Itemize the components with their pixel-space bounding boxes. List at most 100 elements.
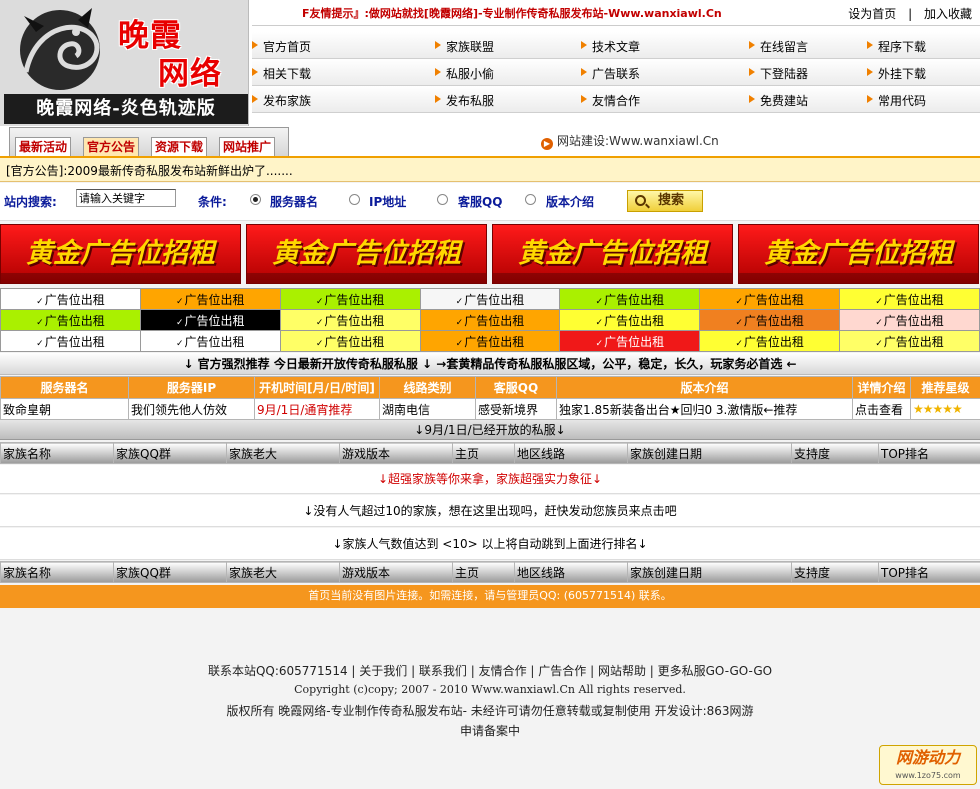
nav-item-free-site[interactable]: 免费建站 [749, 92, 808, 109]
gold-ad-banner[interactable]: 黄金广告位招租 [0, 224, 241, 284]
add-favorite-link[interactable]: 加入收藏 [924, 7, 972, 21]
col-header: 家族老大 [226, 561, 340, 583]
col-header: 支持度 [791, 442, 879, 464]
ad-slot-cell[interactable]: 广告位出租 [279, 288, 421, 310]
official-notice[interactable]: [官方公告]:2009最新传奇私服发布站新鲜出炉了....... [0, 156, 980, 182]
ad-slot-cell[interactable]: 广告位出租 [279, 309, 421, 331]
image-link-bar: 首页当前没有图片连接。如需连接，请与管理员QQ: (605771514) 联系。 [0, 585, 980, 608]
nav-item-tech-articles[interactable]: 技术文章 [581, 38, 640, 55]
search-icon [635, 195, 646, 206]
badge-url: www.1zo75.com [895, 771, 961, 780]
ad-slot-cell[interactable]: 广告位出租 [139, 330, 281, 352]
radio-service-qq[interactable] [437, 194, 448, 205]
ad-slot-cell[interactable]: 广告位出租 [139, 288, 281, 310]
search-button[interactable]: 搜索 [627, 190, 703, 212]
banner-text: 黄金广告位招租 [272, 238, 461, 269]
tab-latest-events[interactable]: 最新活动 [15, 137, 72, 157]
ad-slot-cell[interactable]: 广告位出租 [559, 330, 701, 352]
ad-slot-cell[interactable]: 广告位出租 [139, 309, 281, 331]
col-header: 主页 [452, 442, 515, 464]
col-header: 线路类别 [379, 376, 476, 399]
col-header: 游戏版本 [339, 561, 453, 583]
ad-slot-cell[interactable]: 广告位出租 [0, 309, 141, 331]
col-header: 家族QQ群 [113, 561, 227, 583]
nav-item-family-alliance[interactable]: 家族联盟 [435, 38, 494, 55]
server-name[interactable]: 致命皇朝 [0, 398, 129, 420]
option-ip[interactable]: IP地址 [369, 193, 406, 210]
search-input[interactable] [76, 189, 176, 207]
tab-site-promotion[interactable]: 网站推广 [219, 137, 276, 157]
nav-item-related-download[interactable]: 相关下载 [252, 65, 311, 82]
recommend-bar: ↓ 官方强烈推荐 今日最新开放传奇私服私服 ↓ →套黄精品传奇私服私服区域，公平… [0, 353, 980, 375]
option-version[interactable]: 版本介绍 [546, 193, 594, 210]
ad-slot-cell[interactable]: 广告位出租 [419, 309, 561, 331]
footer-copyright: Copyright (c)copy; 2007 - 2010 Www.wanxi… [294, 683, 686, 696]
nav-item-partnership[interactable]: 友情合作 [581, 92, 640, 109]
ad-slot-cell[interactable]: 广告位出租 [0, 288, 141, 310]
site-build-link[interactable]: ▶ 网站建设:Www.wanxiawl.Cn [541, 132, 719, 150]
auto-rank-message: ↓家族人气数值达到 <10> 以上将自动跳到上面进行排名↓ [0, 528, 980, 560]
footer-icp: 申请备案中 [459, 724, 520, 738]
ad-slot-cell[interactable]: 广告位出租 [419, 330, 561, 352]
table-row[interactable]: 致命皇朝 我们领先他人仿效 9月/1日/通宵推荐 湖南电信 感受新境界 独家1.… [0, 398, 980, 420]
version-intro[interactable]: 独家1.85新装备出台★回归0 3.激情版←推荐 [556, 398, 853, 420]
ad-slot-cell[interactable]: 广告位出租 [839, 309, 980, 331]
radio-version[interactable] [525, 194, 536, 205]
col-header: 家族名称 [0, 442, 114, 464]
partner-badge-logo[interactable]: 网游动力 www.1zo75.com [879, 745, 977, 785]
ad-slot-cell[interactable]: 广告位出租 [699, 330, 841, 352]
nav-item-ad-contact[interactable]: 广告联系 [581, 65, 640, 82]
ad-slot-cell[interactable]: 广告位出租 [279, 330, 421, 352]
ad-slot-cell[interactable]: 广告位出租 [699, 309, 841, 331]
option-service-qq[interactable]: 客服QQ [458, 193, 502, 210]
gold-ad-banner[interactable]: 黄金广告位招租 [738, 224, 979, 284]
col-header: 开机时间[月/日/时间] [254, 376, 380, 399]
radio-server-name[interactable] [250, 194, 261, 205]
footer-rights: 版权所有 晚霞网络-专业制作传奇私服发布站- 未经许可请勿任意转载或复制使用 开… [226, 704, 754, 718]
gold-ad-banner[interactable]: 黄金广告位招租 [492, 224, 733, 284]
line-type: 湖南电信 [379, 398, 476, 420]
col-header: 详情介绍 [852, 376, 911, 399]
nav-item-plugin-download[interactable]: 外挂下载 [867, 65, 926, 82]
nav-item-common-code[interactable]: 常用代码 [867, 92, 926, 109]
col-header: 家族QQ群 [113, 442, 227, 464]
logo-subtitle: 晚霞网络-炎色轨迹版 [4, 94, 248, 124]
nav-item-launcher-download[interactable]: 下登陆器 [749, 65, 808, 82]
footer: 联系本站QQ:605771514 | 关于我们 | 联系我们 | 友情合作 | … [0, 608, 980, 789]
ad-slot-cell[interactable]: 广告位出租 [559, 309, 701, 331]
friendly-tip[interactable]: F友情提示』:做网站就找[晚霞网络]-专业制作传奇私服发布站-Www.wanxi… [302, 5, 722, 21]
col-header: 家族老大 [226, 442, 340, 464]
ad-slot-cell[interactable]: 广告位出租 [0, 330, 141, 352]
nav-item-publish-family[interactable]: 发布家族 [252, 92, 311, 109]
nav-item-server-thief[interactable]: 私服小偷 [435, 65, 494, 82]
radio-ip[interactable] [349, 194, 360, 205]
tab-official-notice[interactable]: 官方公告 [83, 137, 140, 157]
ad-slot-cell[interactable]: 广告位出租 [839, 288, 980, 310]
tab-resource-download[interactable]: 资源下载 [151, 137, 208, 157]
footer-links[interactable]: 联系本站QQ:605771514 | 关于我们 | 联系我们 | 友情合作 | … [0, 662, 980, 679]
no-family-message: ↓没有人气超过10的家族，想在这里出现吗，赶快发动您族员来点击吧 [0, 495, 980, 527]
ad-slot-cell[interactable]: 广告位出租 [559, 288, 701, 310]
col-header: TOP排名 [878, 561, 980, 583]
server-ip: 我们领先他人仿效 [128, 398, 255, 420]
gold-ad-banner[interactable]: 黄金广告位招租 [246, 224, 487, 284]
ad-slot-cell[interactable]: 广告位出租 [419, 288, 561, 310]
nav-row: 相关下载 私服小偷 广告联系 下登陆器 外挂下载 [252, 59, 980, 86]
family-header-row: 家族名称 家族QQ群 家族老大 游戏版本 主页 地区线路 家族创建日期 支持度 … [0, 561, 980, 583]
ad-slot-cell[interactable]: 广告位出租 [839, 330, 980, 352]
site-logo[interactable]: 晚霞 网络 晚霞网络-炎色轨迹版 [0, 0, 249, 126]
server-table: 服务器名 服务器IP 开机时间[月/日/时间] 线路类别 客服QQ 版本介绍 详… [0, 376, 980, 420]
header: 晚霞 网络 晚霞网络-炎色轨迹版 F友情提示』:做网站就找[晚霞网络]-专业制作… [0, 0, 980, 126]
option-server-name[interactable]: 服务器名 [270, 193, 318, 210]
detail-link[interactable]: 点击查看 [852, 398, 911, 420]
nav-item-guestbook[interactable]: 在线留言 [749, 38, 808, 55]
nav-item-publish-server[interactable]: 发布私服 [435, 92, 494, 109]
nav-item-program-download[interactable]: 程序下载 [867, 38, 926, 55]
banner-text: 黄金广告位招租 [764, 238, 953, 269]
top-bar: F友情提示』:做网站就找[晚霞网络]-专业制作传奇私服发布站-Www.wanxi… [252, 0, 980, 26]
set-home-link[interactable]: 设为首页 [848, 7, 896, 21]
ad-slot-cell[interactable]: 广告位出租 [699, 288, 841, 310]
col-header: 家族创建日期 [627, 442, 792, 464]
top-link-separator: | [908, 7, 913, 21]
nav-item-home[interactable]: 官方首页 [252, 38, 311, 55]
